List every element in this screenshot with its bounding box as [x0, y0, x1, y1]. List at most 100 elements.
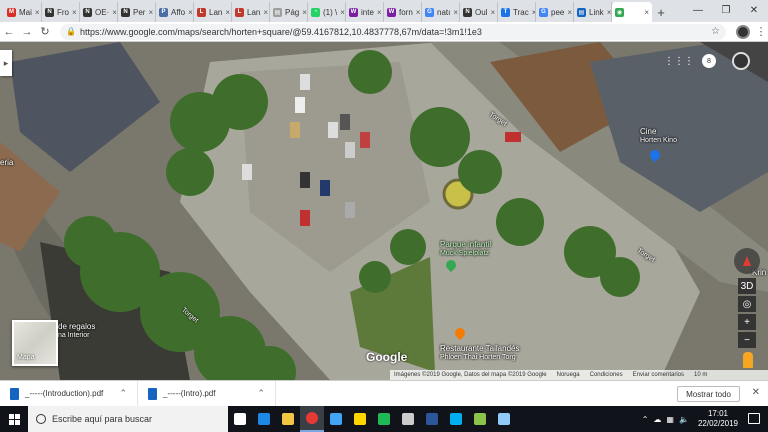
volume-icon[interactable]: 🔈	[679, 415, 689, 424]
zoom-out-button[interactable]: −	[738, 332, 756, 348]
map-attribution: Imágenes ©2019 Google, Datos del mapa ©2…	[394, 372, 547, 378]
notifications-badge[interactable]: 8	[702, 54, 716, 68]
restore-button[interactable]: ❐	[712, 0, 740, 20]
start-button[interactable]	[0, 406, 28, 432]
browser-tab[interactable]: ▤ Link ×	[574, 2, 612, 22]
chevron-up-icon[interactable]: ⌃	[119, 388, 127, 399]
taskbar-clock[interactable]: 17:01 22/02/2019	[698, 409, 738, 429]
google-apps-icon[interactable]: ⋮⋮⋮	[664, 56, 694, 67]
tab-close-icon[interactable]: ×	[490, 8, 495, 17]
bookmark-star-icon[interactable]: ☆	[711, 26, 720, 37]
taskbar-app[interactable]	[468, 406, 492, 432]
tab-close-icon[interactable]: ×	[225, 8, 230, 17]
translate-icon: T	[501, 7, 510, 17]
browser-tab[interactable]: N Fro ×	[42, 2, 80, 22]
browser-tab[interactable]: Wforn ×	[384, 2, 422, 22]
minimize-button[interactable]: —	[684, 0, 712, 20]
tray-chevron-icon[interactable]: ⌃	[642, 415, 649, 424]
tab-close-icon[interactable]: ×	[263, 8, 268, 17]
back-button[interactable]: ←	[0, 23, 18, 41]
new-tab-button[interactable]: +	[652, 2, 670, 22]
taskbar-app[interactable]	[300, 406, 324, 432]
tab-close-icon[interactable]: ×	[112, 8, 117, 17]
poi-gift-shop-sub[interactable]: na Interior	[58, 332, 90, 339]
url-text[interactable]: https://www.google.com/maps/search/horte…	[80, 27, 707, 37]
reload-button[interactable]: ↻	[36, 23, 54, 41]
tilt-3d-button[interactable]: 3D	[738, 278, 756, 294]
taskbar-app[interactable]	[252, 406, 276, 432]
taskbar-app[interactable]	[372, 406, 396, 432]
account-avatar[interactable]	[732, 52, 750, 70]
close-downloads-icon[interactable]: ✕	[752, 387, 760, 398]
map-feedback-link[interactable]: Enviar comentarios	[633, 372, 684, 378]
show-all-button[interactable]: Mostrar todo	[677, 386, 740, 402]
chevron-up-icon[interactable]: ⌃	[257, 388, 265, 399]
browser-tab[interactable]: N Oul ×	[460, 2, 498, 22]
action-center-icon[interactable]	[748, 413, 760, 424]
taskbar-app[interactable]	[348, 406, 372, 432]
tab-close-icon[interactable]: ×	[377, 8, 382, 17]
poi-cinema-sub[interactable]: Horten Kino	[640, 137, 677, 144]
browser-tab[interactable]: ▤ Pág ×	[270, 2, 308, 22]
network-icon[interactable]: ▦	[666, 415, 674, 424]
taskbar-app[interactable]	[276, 406, 300, 432]
tab-close-icon[interactable]: ×	[453, 8, 458, 17]
store-icon	[330, 413, 342, 425]
tab-close-icon[interactable]: ×	[416, 8, 421, 17]
tab-close-icon[interactable]: ×	[72, 8, 77, 17]
taskbar-app[interactable]	[396, 406, 420, 432]
browser-tab[interactable]: N OE· ×	[80, 2, 118, 22]
browser-tab[interactable]: L Lan ×	[232, 2, 270, 22]
poi-restaurant[interactable]: Restaurante Tailandés	[440, 344, 519, 353]
browser-tab[interactable]: L Lan ×	[194, 2, 232, 22]
tab-close-icon[interactable]: ×	[607, 8, 611, 17]
browser-tab[interactable]: Gpee ×	[536, 2, 574, 22]
poi-park-sub[interactable]: Muck Spielplatz	[440, 250, 489, 257]
download-item[interactable]: _-----(Introduction).pdf ⌃	[0, 380, 138, 407]
street-view-pegman-icon[interactable]	[743, 352, 753, 368]
tab-close-icon[interactable]: ×	[302, 8, 307, 17]
browser-tab-active[interactable]: ◉ ×	[612, 2, 652, 22]
tab-close-icon[interactable]: ×	[340, 8, 345, 17]
taskbar-app[interactable]	[228, 406, 252, 432]
browser-tab[interactable]: M Mai ×	[4, 2, 42, 22]
map-region[interactable]: Noruega	[557, 372, 580, 378]
map-scale[interactable]: 10 m	[694, 372, 707, 378]
onedrive-icon[interactable]: ☁	[653, 415, 661, 424]
browser-tab[interactable]: Gnatı ×	[422, 2, 460, 22]
tab-close-icon[interactable]: ×	[188, 8, 193, 17]
browser-tab[interactable]: P Affo ×	[156, 2, 194, 22]
profile-avatar[interactable]	[736, 24, 750, 39]
satellite-map[interactable]: ▸ ⋮⋮⋮ 8 eria Torget Torget Torget Krin C…	[0, 42, 768, 380]
browser-tab[interactable]: N Per ×	[118, 2, 156, 22]
tab-close-icon[interactable]: ×	[644, 8, 649, 17]
taskbar-app[interactable]	[492, 406, 516, 432]
map-terms-link[interactable]: Condiciones	[590, 372, 623, 378]
address-bar[interactable]: 🔒 https://www.google.com/maps/search/hor…	[60, 23, 726, 40]
poi-restaurant-sub[interactable]: Phloen Thai Horten Torg	[440, 354, 516, 361]
collapse-panel-button[interactable]: ▸	[0, 50, 12, 76]
zoom-in-button[interactable]: +	[738, 314, 756, 330]
tab-title: natı	[437, 7, 451, 17]
poi-cinema[interactable]: Cine	[640, 127, 656, 136]
my-location-button[interactable]: ◎	[738, 296, 756, 312]
tab-close-icon[interactable]: ×	[148, 8, 153, 17]
browser-menu-button[interactable]: ⋮	[754, 25, 768, 38]
taskbar-search[interactable]: Escribe aquí para buscar	[28, 406, 228, 432]
map-label-left-edge[interactable]: eria	[0, 158, 13, 167]
browser-tab[interactable]: ◔ (1) \ ×	[308, 2, 346, 22]
compass-button[interactable]	[734, 248, 760, 274]
poi-gift-shop[interactable]: de regalos	[58, 322, 95, 331]
taskbar-app[interactable]	[324, 406, 348, 432]
forward-button[interactable]: →	[18, 23, 36, 41]
download-item[interactable]: _-----(Intro).pdf ⌃	[138, 380, 276, 407]
taskbar-app[interactable]	[420, 406, 444, 432]
map-layer-toggle[interactable]: Mapa	[12, 320, 58, 366]
tab-close-icon[interactable]: ×	[35, 8, 40, 17]
browser-tab[interactable]: T Trac ×	[498, 2, 536, 22]
browser-tab[interactable]: Winte ×	[346, 2, 384, 22]
close-window-button[interactable]: ✕	[740, 0, 768, 20]
poi-park[interactable]: Parque infantil	[440, 240, 491, 249]
taskbar-app[interactable]	[444, 406, 468, 432]
tab-close-icon[interactable]: ×	[567, 8, 572, 17]
